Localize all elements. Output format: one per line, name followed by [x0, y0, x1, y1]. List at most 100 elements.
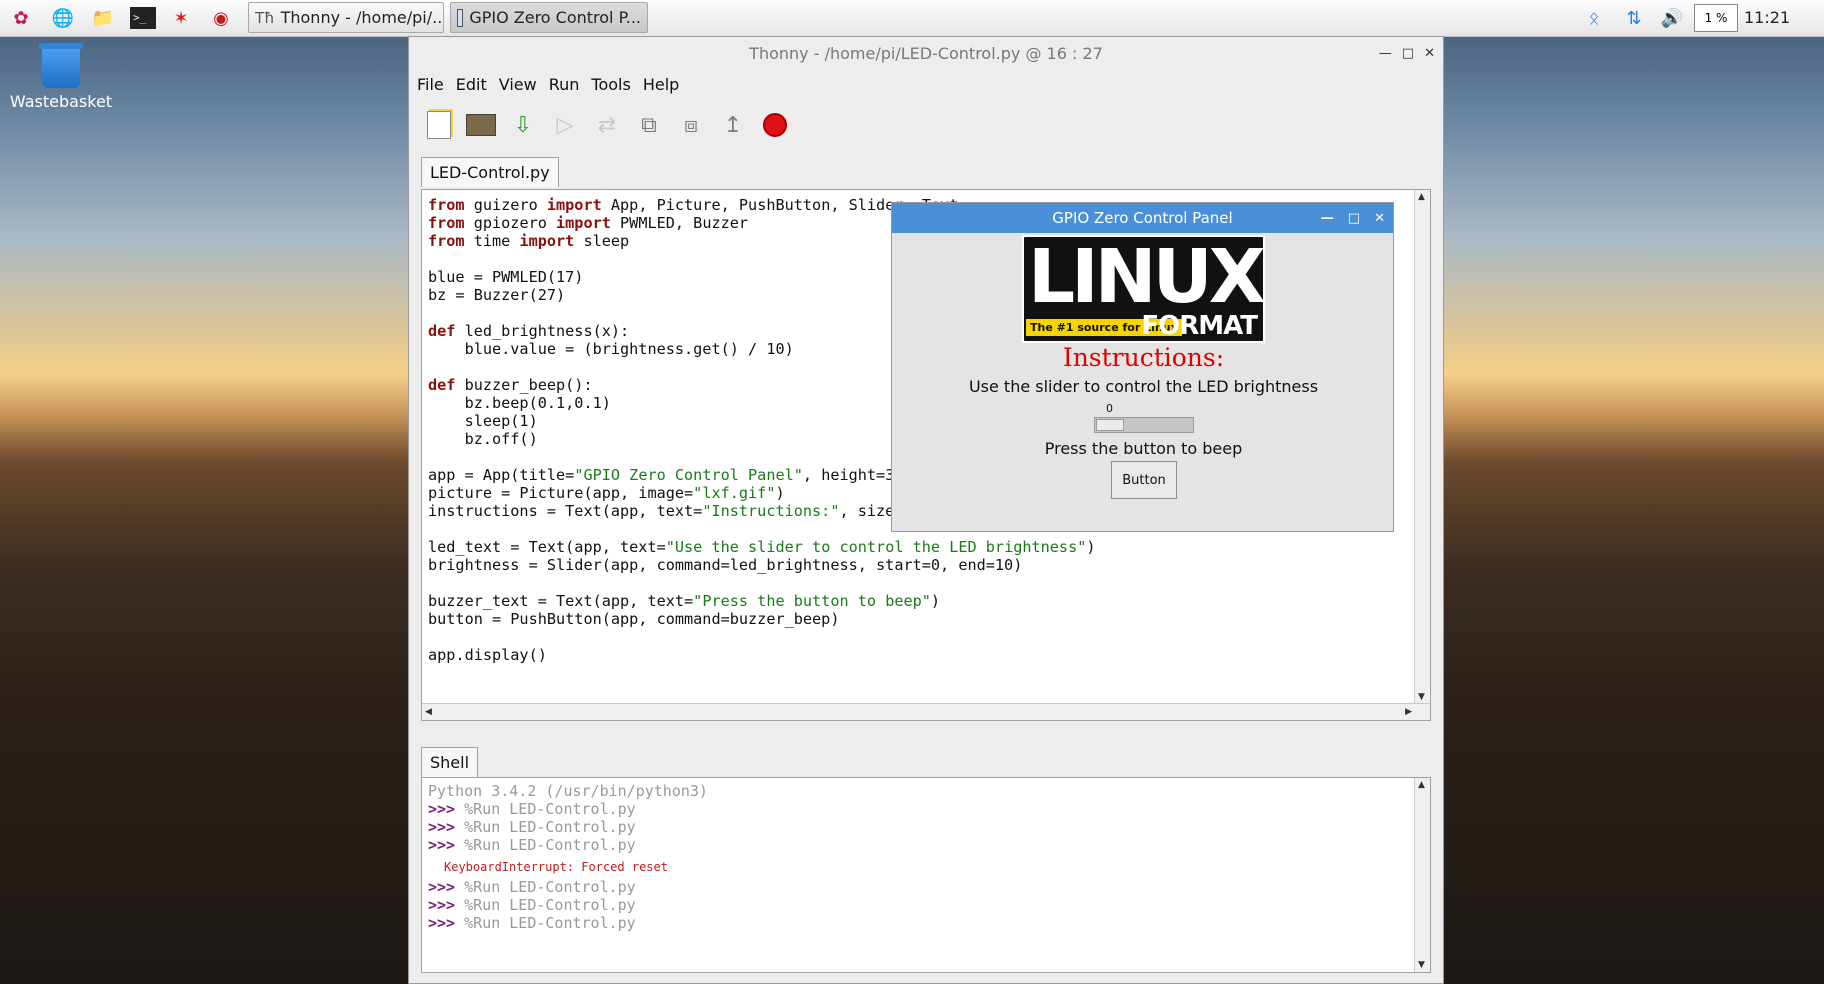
shell-line: >>> %Run LED-Control.py — [428, 800, 708, 818]
gpio-titlebar[interactable]: GPIO Zero Control Panel — □ ✕ — [892, 203, 1393, 233]
shell-prompt: >>> — [428, 896, 456, 914]
code-line: ​ — [428, 574, 1096, 592]
task-gpio-label: GPIO Zero Control P... — [469, 8, 641, 27]
minimize-icon[interactable]: — — [1379, 46, 1392, 61]
scroll-left-icon[interactable]: ◀ — [425, 707, 432, 717]
volume-icon[interactable]: 🔊 — [1658, 0, 1686, 36]
code-line: button = PushButton(app, command=buzzer_… — [428, 610, 840, 628]
task-gpio-panel[interactable]: GPIO Zero Control P... — [450, 2, 648, 33]
step-over-icon[interactable]: ⧉ — [633, 109, 665, 141]
mathematica-icon[interactable]: ✶ — [166, 3, 196, 33]
logo-format-text: FORMAT — [1141, 311, 1258, 341]
instructions-heading: Instructions: — [1062, 343, 1225, 372]
buzzer-text: Press the button to beep — [1044, 439, 1243, 458]
toolbar: ⇩ ▷ ⇄ ⧉ ⧈ ↥ — [409, 99, 1443, 151]
shell-error: KeyboardInterrupt: Forced reset — [444, 860, 668, 874]
gpio-title: GPIO Zero Control Panel — [1052, 209, 1233, 227]
shell-panel[interactable]: Python 3.4.2 (/usr/bin/python3) >>> %Run… — [421, 777, 1431, 973]
trash-icon — [39, 43, 83, 88]
scroll-down-icon[interactable]: ▼ — [1418, 692, 1425, 702]
window-icon — [457, 8, 464, 27]
debug-icon[interactable]: ⇄ — [591, 109, 623, 141]
shell-vertical-scrollbar[interactable]: ▲ ▼ — [1414, 778, 1430, 972]
editor-horizontal-scrollbar[interactable]: ◀ ▶ — [422, 703, 1430, 720]
gpio-panel-window: GPIO Zero Control Panel — □ ✕ LINUX The … — [891, 202, 1394, 532]
minimize-icon[interactable]: — — [1321, 211, 1334, 226]
slider-value: 0 — [1106, 402, 1113, 415]
new-file-icon[interactable] — [423, 109, 455, 141]
wolfram-icon[interactable]: ◉ — [206, 3, 236, 33]
task-thonny[interactable]: Tħ Thonny - /home/pi/... — [248, 2, 444, 33]
shell-line: >>> %Run LED-Control.py — [428, 878, 708, 896]
tab-led-control[interactable]: LED-Control.py — [421, 157, 559, 187]
terminal-icon[interactable]: >_ — [128, 3, 158, 33]
shell-prompt: >>> — [428, 836, 456, 854]
thonny-title: Thonny - /home/pi/LED-Control.py @ 16 : … — [749, 43, 1103, 63]
close-icon[interactable]: ✕ — [1424, 46, 1435, 61]
shell-command: %Run LED-Control.py — [455, 818, 636, 836]
menu-view[interactable]: View — [499, 75, 537, 94]
maximize-icon[interactable]: □ — [1348, 211, 1360, 226]
wastebasket[interactable]: Wastebasket — [8, 43, 114, 111]
shell-command: %Run LED-Control.py — [455, 878, 636, 896]
step-into-icon[interactable]: ⧈ — [675, 109, 707, 141]
linux-format-logo: LINUX The #1 source for Linux FORMAT — [1022, 234, 1266, 343]
save-file-icon[interactable]: ⇩ — [507, 109, 539, 141]
menu-run[interactable]: Run — [549, 75, 580, 94]
thonny-icon: Tħ — [255, 8, 275, 27]
shell-header: Python 3.4.2 (/usr/bin/python3) — [428, 782, 708, 800]
maximize-icon[interactable]: □ — [1402, 46, 1414, 61]
cpu-value: 1 % — [1704, 11, 1728, 25]
wastebasket-label: Wastebasket — [9, 92, 113, 111]
menu-file[interactable]: File — [417, 75, 444, 94]
scroll-right-icon[interactable]: ▶ — [1405, 707, 1412, 717]
shell-prompt: >>> — [428, 914, 456, 932]
code-line: brightness = Slider(app, command=led_bri… — [428, 556, 1023, 574]
run-icon[interactable]: ▷ — [549, 109, 581, 141]
file-manager-icon[interactable]: 📁 — [88, 3, 118, 33]
top-panel: ✿ 🌐 📁 >_ ✶ ◉ Tħ Thonny - /home/pi/... GP… — [0, 0, 1824, 37]
scroll-up-icon[interactable]: ▲ — [1418, 192, 1425, 202]
scroll-up-icon[interactable]: ▲ — [1418, 780, 1425, 790]
menu-edit[interactable]: Edit — [456, 75, 487, 94]
shell-line: >>> %Run LED-Control.py — [428, 914, 708, 932]
shell-line: >>> %Run LED-Control.py — [428, 818, 708, 836]
shell-command: %Run LED-Control.py — [455, 800, 636, 818]
raspberry-menu-icon[interactable]: ✿ — [6, 3, 36, 33]
shell-command: %Run LED-Control.py — [455, 896, 636, 914]
code-line: buzzer_text = Text(app, text="Press the … — [428, 592, 941, 610]
web-browser-icon[interactable]: 🌐 — [48, 3, 78, 33]
shell-prompt: >>> — [428, 818, 456, 836]
code-line: ​ — [428, 628, 1096, 646]
scroll-down-icon[interactable]: ▼ — [1418, 960, 1425, 970]
logo-linux-text: LINUX — [1028, 234, 1266, 320]
beep-button[interactable]: Button — [1111, 461, 1177, 499]
menubar: File Edit View Run Tools Help — [409, 69, 1443, 99]
shell-output[interactable]: Python 3.4.2 (/usr/bin/python3) >>> %Run… — [428, 782, 708, 932]
close-icon[interactable]: ✕ — [1374, 211, 1385, 226]
clock[interactable]: 11:21 — [1744, 0, 1790, 36]
code-line: led_text = Text(app, text="Use the slide… — [428, 538, 1096, 556]
led-text: Use the slider to control the LED bright… — [968, 377, 1319, 396]
tab-shell[interactable]: Shell — [421, 747, 479, 777]
slider-thumb[interactable] — [1096, 419, 1124, 431]
shell-prompt: >>> — [428, 800, 456, 818]
shell-line: >>> %Run LED-Control.py — [428, 896, 708, 914]
network-icon[interactable]: ⇅ — [1620, 0, 1648, 36]
open-file-icon[interactable] — [465, 109, 497, 141]
shell-line: >>> %Run LED-Control.py — [428, 836, 708, 854]
step-out-icon[interactable]: ↥ — [717, 109, 749, 141]
stop-icon[interactable] — [759, 109, 791, 141]
code-line: app.display() — [428, 646, 547, 664]
bluetooth-icon[interactable]: ᛟ — [1582, 0, 1606, 36]
shell-command: %Run LED-Control.py — [455, 914, 636, 932]
menu-help[interactable]: Help — [643, 75, 679, 94]
shell-command: %Run LED-Control.py — [455, 836, 636, 854]
shell-prompt: >>> — [428, 878, 456, 896]
task-thonny-label: Thonny - /home/pi/... — [280, 8, 444, 27]
cpu-monitor[interactable]: 1 % — [1694, 4, 1738, 32]
editor-vertical-scrollbar[interactable]: ▲ ▼ — [1414, 190, 1430, 704]
menu-tools[interactable]: Tools — [591, 75, 630, 94]
brightness-slider[interactable] — [1094, 417, 1194, 433]
thonny-titlebar[interactable]: Thonny - /home/pi/LED-Control.py @ 16 : … — [409, 37, 1443, 69]
